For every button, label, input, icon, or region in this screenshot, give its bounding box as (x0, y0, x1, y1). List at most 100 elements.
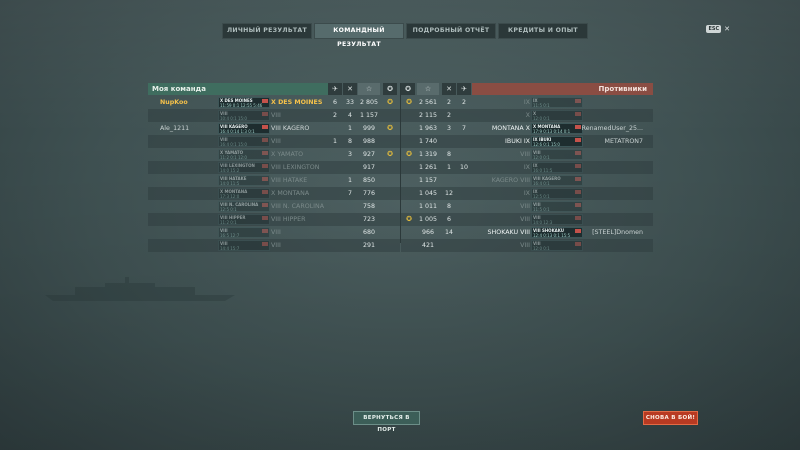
tab-team-result[interactable]: КОМАНДНЫЙ РЕЗУЛЬТАТ (314, 23, 404, 48)
table-row[interactable]: 1 261 1 10 IX IX 16:0 11:5 (401, 161, 653, 174)
ship-title: KAGERO (282, 125, 310, 132)
table-row[interactable]: 1 740 IBUKI IX IX IBUKI 12:6 0:1 15:0 METATR… (401, 135, 653, 148)
ship-name: X (478, 109, 530, 122)
nation-flag-icon (262, 177, 268, 181)
close-icon[interactable]: ✕ (724, 25, 730, 33)
planes-value: 1 (347, 125, 352, 132)
table-row[interactable]: 1 045 12 IX IX 12:5 0:1 (401, 187, 653, 200)
ship-card: VIII N. CAROLINA 12:5 0:1 (218, 201, 270, 212)
planes-value: 33 (345, 99, 354, 106)
xp-value: 1 963 (418, 125, 438, 132)
table-row[interactable]: ✪ 2 561 2 2 IX IX 11:5 0:1 (401, 96, 653, 109)
ship-card-stats: 12:5 0:1 (220, 207, 237, 212)
nation-flag-icon (262, 229, 268, 233)
ship-tier: VIII (271, 164, 281, 171)
ship-name: IX (478, 161, 530, 174)
ship-title: KAGERO (491, 177, 519, 184)
table-row[interactable]: VIII 16:4 0:1 15:0 VIII 1 8 988 (148, 135, 400, 148)
xp-value: 1 157 (359, 112, 379, 119)
ship-name: VIII LEXINGTON (271, 161, 341, 174)
table-row[interactable]: 1 011 8 VIII VIII 11:5 0:1 (401, 200, 653, 213)
table-row[interactable]: 2 115 2 X X 12:0 0:1 (401, 109, 653, 122)
ship-name: X YAMATO (271, 148, 341, 161)
tab-personal-result[interactable]: ЛИЧНЫЙ РЕЗУЛЬТАТ (222, 23, 312, 39)
return-to-port-button[interactable]: ВЕРНУТЬСЯ В ПОРТ (353, 411, 420, 433)
table-row[interactable]: VIII N. CAROLINA 12:5 0:1 VIII N. CAROLINA… (148, 200, 400, 213)
enemy-planes-column-icon: ✈ (457, 83, 471, 95)
ship-card-stats: 16:4 0:1 15:0 (220, 142, 247, 147)
ship-title: MONTANA (277, 190, 310, 197)
ship-name: VIII HIPPER (271, 213, 341, 226)
ship-card: VIII 16:5 12:7 (218, 227, 270, 238)
ship-card: X MONTANA 17:3 12:0 (218, 188, 270, 199)
kills-value: 6 (332, 99, 337, 106)
ship-title: MONTANA (491, 125, 524, 132)
ship-name: MONTANA X (478, 122, 530, 135)
table-row[interactable]: X YAMATO 11:2 0:1 12:0 X YAMATO 3 927 ✪ (148, 148, 400, 161)
ship-title: LEXINGTON (282, 164, 320, 171)
kills-value: 6 (446, 216, 451, 223)
ship-name: IX (478, 187, 530, 200)
xp-value: 1 045 (418, 190, 438, 197)
table-row[interactable]: Ale_1211 VIII KAGERO 16:4 0:14 1:3 0:1 VIII… (148, 122, 400, 135)
planes-value: 7 (347, 190, 352, 197)
table-row[interactable]: VIII 16:5 12:7 VIII 680 (148, 226, 400, 239)
nation-flag-icon (262, 216, 268, 220)
ship-tier: IX (523, 164, 530, 171)
planes-value: 4 (347, 112, 352, 119)
player-name[interactable]: RenamedUser_25... (573, 122, 643, 135)
table-row[interactable]: NupKoo X DES MOINES 11:59 0:1 12:55 5:46 X … (148, 96, 400, 109)
close-area[interactable]: ESC ✕ (706, 25, 730, 33)
planes-value: 10 (459, 164, 468, 171)
enemy-kills-column-icon: ✕ (442, 83, 456, 95)
table-row[interactable]: VIII LEXINGTON 14:0 15:2 VIII LEXINGTON 917 (148, 161, 400, 174)
medal-icon: ✪ (387, 98, 393, 106)
ship-card: IX 16:0 11:5 (531, 162, 583, 173)
ship-name: IX (478, 96, 530, 109)
tab-credits-xp[interactable]: КРЕДИТЫ И ОПЫТ (498, 23, 588, 39)
ship-tier: IX (523, 138, 530, 145)
ship-name: VIII KAGERO (271, 122, 341, 135)
xp-value: 2 115 (418, 112, 438, 119)
ship-card: VIII 14:4 15:7 (218, 240, 270, 251)
ship-title: N. CAROLINA (282, 203, 325, 210)
ship-tier: VIII (520, 177, 530, 184)
ship-name: VIII (478, 148, 530, 161)
xp-value: 917 (362, 164, 376, 171)
ship-card: VIII 16:4 0:1 15:0 (218, 136, 270, 147)
ship-title: YAMATO (277, 151, 304, 158)
table-row[interactable]: VIII HATAKE 14:0 11:5 VIII HATAKE 1 850 (148, 174, 400, 187)
ship-tier: IX (523, 99, 530, 106)
planes-value: 1 (347, 177, 352, 184)
table-row[interactable]: VIII HIPPER 11:2 0:1 VIII HIPPER 723 (148, 213, 400, 226)
player-name[interactable]: METATRON7 (573, 135, 643, 148)
table-row[interactable]: 1 963 3 7 MONTANA XX MONTANA 17:9 0:13 0:14 … (401, 122, 653, 135)
ship-card-stats: 12:0 0:1 (533, 246, 550, 251)
ship-name: IBUKI IX (478, 135, 530, 148)
xp-value: 2 561 (418, 99, 438, 106)
planes-value: 2 (461, 99, 466, 106)
player-name[interactable]: NupKoo (160, 96, 226, 109)
table-row[interactable]: VIII 14:4 15:7 VIII 291 (148, 239, 400, 252)
table-row[interactable]: ✪ 1 005 6 VIII VIII 14:0 12:3 (401, 213, 653, 226)
table-row[interactable]: ✪ 1 319 8 VIII VIII 12:0 0:1 (401, 148, 653, 161)
ship-title: SHOKAKU (487, 229, 519, 236)
player-name[interactable]: Ale_1211 (160, 122, 226, 135)
ship-card: VIII HIPPER 11:2 0:1 (218, 214, 270, 225)
table-row[interactable]: 1 157 KAGERO VIII VIII KAGERO 16:4 0:1 (401, 174, 653, 187)
ship-name: X MONTANA (271, 187, 341, 200)
tab-detailed-report[interactable]: ПОДРОБНЫЙ ОТЧЁТ (406, 23, 496, 39)
table-row[interactable]: VIII 10:4 0:1 15:0 VIII 2 4 1 157 (148, 109, 400, 122)
battle-again-button[interactable]: СНОВА В БОЙ! (643, 411, 698, 425)
ship-name: VIII HATAKE (271, 174, 341, 187)
table-row[interactable]: X MONTANA 17:3 12:0 X MONTANA 7 776 (148, 187, 400, 200)
xp-value: 291 (362, 242, 376, 249)
table-row[interactable]: 966 14 SHOKAKU VIII VIII SHOKAKU 12:4 0:13 0… (401, 226, 653, 239)
result-tabs: ЛИЧНЫЙ РЕЗУЛЬТАТ КОМАНДНЫЙ РЕЗУЛЬТАТ ПОД… (222, 23, 588, 48)
ship-card-stats: 10:4 0:1 15:0 (220, 116, 247, 121)
ship-card-stats: 11:59 0:1 12:55 5:46 (220, 103, 263, 108)
player-name[interactable]: [STEEL]Dnomen (573, 226, 643, 239)
ship-name: VIII (478, 239, 530, 252)
table-row[interactable]: 421 VIII VIII 12:0 0:1 (401, 239, 653, 252)
enemy-xp-column-icon: ☆ (417, 83, 439, 95)
